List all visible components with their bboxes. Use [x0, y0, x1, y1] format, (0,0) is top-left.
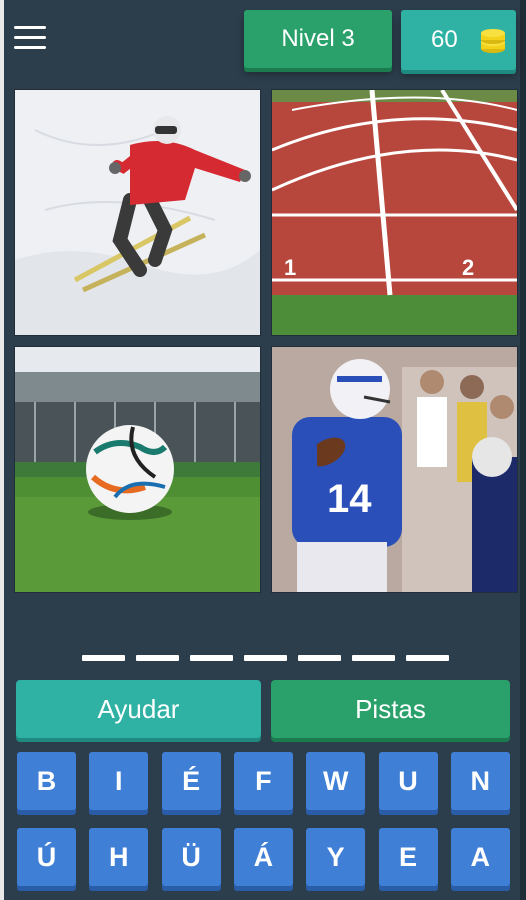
letter-key[interactable]: Y [306, 828, 366, 886]
letter-key[interactable]: H [89, 828, 149, 886]
letter-key[interactable]: U [378, 752, 438, 810]
hints-button-label: Pistas [355, 693, 426, 724]
level-indicator: Nivel 3 [244, 10, 392, 68]
letter-key[interactable]: Á [233, 828, 293, 886]
football-photo-icon: 14 [272, 347, 517, 592]
help-button-label: Ayudar [97, 693, 180, 724]
letter-key[interactable]: I [89, 752, 149, 810]
puzzle-image-skier[interactable] [15, 90, 260, 335]
help-button[interactable]: Ayudar [16, 680, 261, 738]
puzzle-image-running-track[interactable]: 1 2 [272, 90, 517, 335]
answer-slot[interactable] [190, 655, 233, 661]
letter-key[interactable]: N [450, 752, 510, 810]
lane-number-2: 2 [462, 255, 474, 280]
coin-count: 60 [431, 26, 458, 53]
level-label: Nivel 3 [281, 25, 355, 52]
game-screen: Nivel 3 60 1 2 14 Ayudar Pistas B I É F … [0, 0, 526, 900]
answer-slot[interactable] [136, 655, 179, 661]
letter-key[interactable]: W [306, 752, 366, 810]
skier-photo-icon [15, 90, 260, 335]
answer-slot[interactable] [406, 655, 449, 661]
window-edge-right [520, 0, 526, 900]
letter-key[interactable]: A [450, 828, 510, 886]
track-photo-icon: 1 2 [272, 90, 517, 335]
coin-stack-icon [481, 29, 505, 53]
answer-slot[interactable] [352, 655, 395, 661]
letter-key[interactable]: F [233, 752, 293, 810]
letter-key[interactable]: E [378, 828, 438, 886]
letter-key[interactable]: Ü [161, 828, 221, 886]
lane-number-1: 1 [284, 255, 296, 280]
answer-slot[interactable] [82, 655, 125, 661]
hints-button[interactable]: Pistas [271, 680, 510, 738]
window-edge-left [0, 0, 4, 900]
hamburger-menu-icon[interactable] [14, 26, 46, 52]
jersey-number: 14 [327, 477, 372, 521]
puzzle-image-soccer-ball[interactable] [15, 347, 260, 592]
answer-slot[interactable] [298, 655, 341, 661]
letter-key[interactable]: Ú [17, 828, 76, 886]
letter-key[interactable]: É [161, 752, 221, 810]
answer-slots [82, 655, 452, 663]
soccer-photo-icon [15, 347, 260, 592]
answer-slot[interactable] [244, 655, 287, 661]
puzzle-image-football-player[interactable]: 14 [272, 347, 517, 592]
coins-button[interactable]: 60 [401, 10, 516, 70]
letter-key[interactable]: B [17, 752, 76, 810]
